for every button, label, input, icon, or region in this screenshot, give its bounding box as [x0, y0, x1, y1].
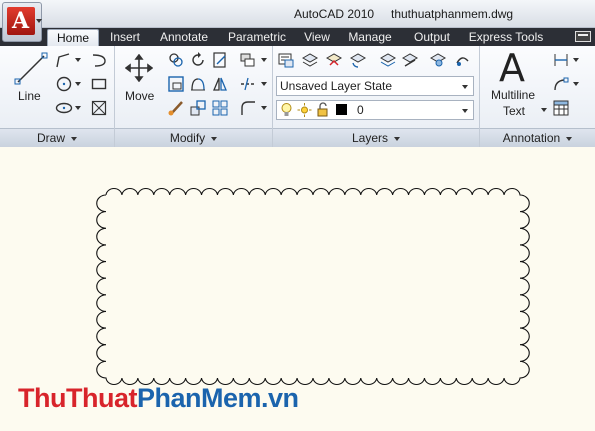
chevron-down-icon[interactable] [75, 58, 81, 62]
line-label: Line [18, 89, 41, 103]
chevron-down-icon[interactable] [261, 58, 267, 62]
tab-home[interactable]: Home [47, 29, 99, 46]
layer-off-icon[interactable] [453, 51, 471, 69]
dimension-icon[interactable] [552, 51, 570, 69]
circle-icon[interactable] [55, 75, 73, 93]
tab-express-tools[interactable]: Express Tools [465, 29, 547, 46]
chevron-down-icon[interactable] [261, 82, 267, 86]
lightbulb-icon[interactable] [279, 102, 294, 118]
layer-state-dropdown[interactable]: Unsaved Layer State [276, 76, 474, 96]
array-icon[interactable] [211, 75, 229, 93]
ribbon-tab-bar: Home Insert Annotate Parametric View Man… [0, 28, 595, 46]
title-bar: AutoCAD 2010 thuthuatphanmem.dwg [0, 0, 595, 28]
chevron-down-icon [462, 109, 468, 113]
tab-output[interactable]: Output [407, 29, 457, 46]
modify-panel-title[interactable]: Modify [115, 128, 272, 147]
current-layer-value: 0 [357, 103, 364, 117]
polyline-icon[interactable] [55, 51, 73, 69]
brush-icon[interactable] [167, 99, 185, 117]
stretch-icon[interactable] [167, 75, 185, 93]
annotation-panel: A Multiline Text Annotation [480, 46, 595, 147]
layers-panel: Unsaved Layer State 0 Layers [273, 46, 480, 147]
chevron-down-icon[interactable] [261, 106, 267, 110]
chevron-down-icon[interactable] [573, 58, 579, 62]
layers-panel-title[interactable]: Layers [273, 128, 479, 147]
trim-icon[interactable] [211, 51, 229, 69]
layer-state-icon[interactable] [301, 51, 319, 69]
chevron-down-icon[interactable] [75, 82, 81, 86]
move-label: Move [125, 89, 155, 103]
application-menu-button[interactable]: A [2, 2, 42, 42]
chevron-down-icon[interactable] [75, 106, 81, 110]
chevron-down-icon[interactable] [573, 82, 579, 86]
sun-icon[interactable] [297, 102, 312, 118]
table-icon[interactable] [552, 99, 570, 117]
erase-icon[interactable] [239, 51, 257, 69]
chevron-down-icon [462, 85, 468, 89]
draw-panel-title[interactable]: Draw [0, 128, 114, 147]
annotation-panel-title[interactable]: Annotation [480, 128, 595, 147]
mirror-icon[interactable] [189, 75, 207, 93]
tab-insert[interactable]: Insert [104, 29, 146, 46]
layer-properties-icon[interactable] [277, 51, 295, 69]
tab-parametric[interactable]: Parametric [222, 29, 292, 46]
minimize-ribbon-button[interactable] [575, 31, 591, 42]
layer-unisolate-icon[interactable] [401, 51, 419, 69]
modify-panel: Move Modify [115, 46, 273, 147]
layer-match-icon[interactable] [325, 51, 343, 69]
hatch-icon[interactable] [90, 99, 108, 117]
unlock-icon[interactable] [315, 102, 330, 118]
tab-manage[interactable]: Manage [343, 29, 397, 46]
multiline-label[interactable]: Multiline [491, 88, 535, 102]
chevron-down-icon[interactable] [541, 108, 547, 112]
leader-icon[interactable] [552, 75, 570, 93]
chevron-down-icon [36, 19, 42, 23]
line-icon[interactable] [14, 52, 48, 86]
fillet-icon[interactable] [239, 99, 257, 117]
scale-icon[interactable] [189, 99, 207, 117]
rotate-icon[interactable] [189, 51, 207, 69]
arc-icon[interactable] [90, 51, 108, 69]
current-layer-dropdown[interactable]: 0 [276, 100, 474, 120]
ribbon: Line Draw Move Modify Unsaved Layer Stat… [0, 46, 595, 147]
color-swatch-icon[interactable] [334, 102, 349, 118]
layer-isolate-icon[interactable] [379, 51, 397, 69]
tab-view[interactable]: View [299, 29, 335, 46]
watermark-logo: ThuThuatPhanMem.vn [18, 383, 299, 413]
ellipse-icon[interactable] [55, 99, 73, 117]
multiline-text-icon[interactable]: A [499, 46, 525, 90]
explode-icon[interactable] [239, 75, 257, 93]
autocad-logo-icon: A [7, 7, 35, 35]
draw-panel: Line Draw [0, 46, 115, 147]
tab-annotate[interactable]: Annotate [153, 29, 215, 46]
copy-icon[interactable] [167, 51, 185, 69]
layer-previous-icon[interactable] [349, 51, 367, 69]
offset-icon[interactable] [211, 99, 229, 117]
rectangle-icon[interactable] [90, 75, 108, 93]
move-icon[interactable] [125, 54, 153, 82]
layer-state-value: Unsaved Layer State [280, 79, 393, 93]
layer-freeze-icon[interactable] [429, 51, 447, 69]
app-title: AutoCAD 2010 [294, 7, 375, 21]
file-name: thuthuatphanmem.dwg [391, 7, 514, 21]
text-label[interactable]: Text [503, 104, 525, 118]
